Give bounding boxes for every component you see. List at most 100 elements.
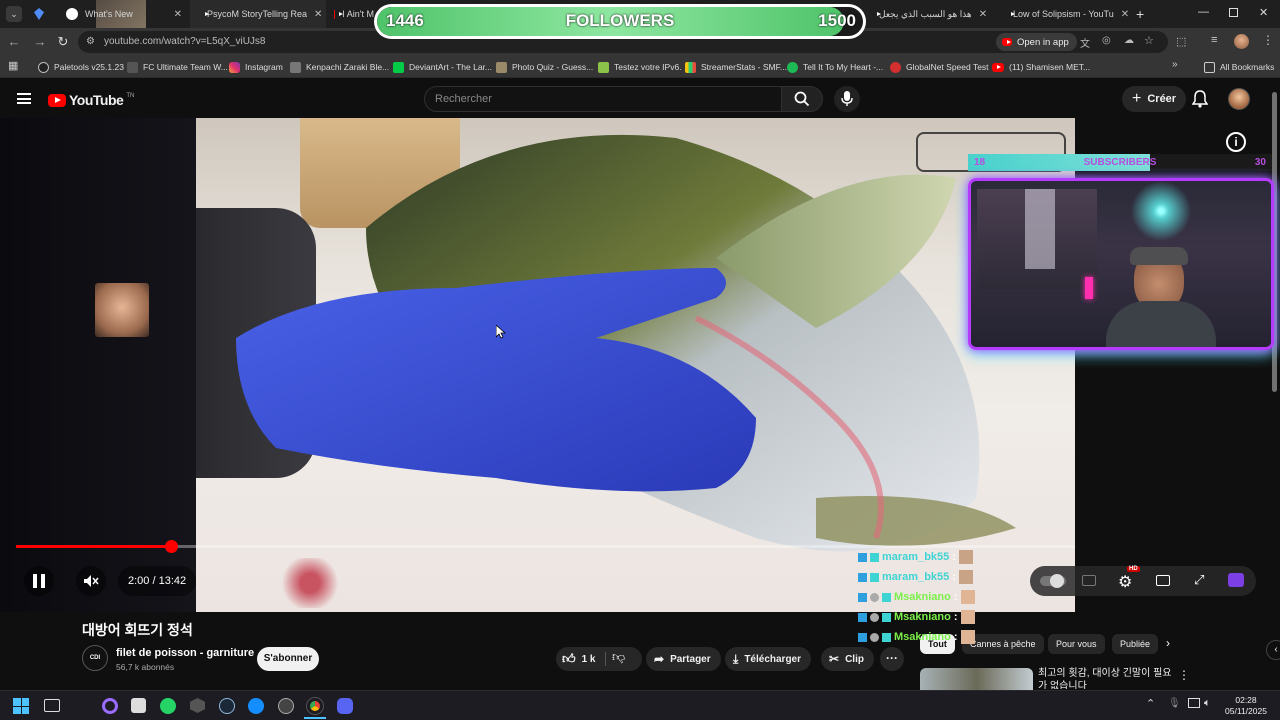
chat-username: Msakniano [894,631,951,643]
clip-button[interactable]: ✂ Clip [821,647,874,671]
chip-published[interactable]: Publiée [1112,634,1159,654]
bookmark-item[interactable]: DeviantArt - The Lar... [393,59,492,75]
discord-icon[interactable] [337,698,353,714]
apps-grid-icon[interactable]: ▦ [8,59,18,72]
cloud-icon[interactable]: ☁ [1124,35,1134,46]
tab-group-icon[interactable] [34,8,44,20]
playlist-icon[interactable]: ≡ [1211,34,1217,46]
youtube-logo-text: YouTube [69,92,124,108]
bookmark-item[interactable]: Photo Quiz - Guess... [496,59,593,75]
close-icon[interactable]: ✕ [1121,9,1129,20]
bookmark-item[interactable]: Testez votre IPv6. [598,59,682,75]
clock-date[interactable]: 05/11/2025 [1222,706,1270,716]
bookmark-item[interactable]: StreamerStats - SMF... [685,59,787,75]
suggested-video-menu-icon[interactable]: ⋮ [1178,668,1190,682]
star-icon[interactable]: ☆ [1144,34,1154,47]
channel-name[interactable]: filet de poisson - garniture [116,647,254,659]
open-in-app-button[interactable]: Open in app [996,33,1077,51]
bookmark-item[interactable]: Paletools v25.1.23 [38,59,124,75]
more-bookmarks-icon[interactable]: » [1172,59,1178,70]
suggested-video-thumbnail[interactable] [920,668,1033,690]
progress-scrubber-handle[interactable] [164,540,178,553]
chips-next-arrow-icon[interactable]: › [1166,636,1170,650]
back-button[interactable]: ← [6,34,22,50]
bookmark-item[interactable]: Instagram [229,59,283,75]
eye-off-icon[interactable]: ◎ [1102,35,1111,46]
reload-button[interactable]: ↻ [55,34,71,50]
bookmark-item[interactable]: Tell It To My Heart -... [787,59,883,75]
tray-microphone-icon[interactable]: 🎙︎ [1168,698,1181,709]
forward-button[interactable]: → [32,34,48,50]
site-info-icon[interactable]: ⚙ [86,36,95,47]
task-view-icon[interactable] [44,699,60,712]
share-button[interactable]: ➦ Partager [646,647,721,671]
search-input[interactable]: Rechercher [424,86,782,112]
suggested-video-title[interactable]: 최고의 횟감, 대이상 긴말이 필요 가 없습니다 [1038,667,1178,689]
bookmark-item[interactable]: GlobalNet Speed Test [890,59,989,75]
extensions-icon[interactable]: ⬚ [1176,35,1186,48]
settings-gear-icon[interactable]: ⚙ [1118,572,1132,592]
clock-time[interactable]: 02:28 [1226,695,1266,705]
restore-button[interactable] [1229,8,1238,17]
tab-title: PsycoM StoryTelling Rea [207,9,308,19]
youtube-logo[interactable]: YouTube TN [48,92,134,108]
miniplayer-icon[interactable] [1156,575,1170,586]
tab-title: Low of Solipsism - YouTu [1013,9,1114,19]
search-button[interactable] [781,86,823,112]
app-icon-2[interactable] [278,698,294,714]
chrome-taskbar-icon[interactable] [307,698,323,714]
voice-search-button[interactable] [834,86,860,112]
video-info-icon[interactable]: i [1226,132,1246,152]
account-avatar[interactable] [1228,88,1250,110]
dislike-button[interactable]: 👎︎ [612,649,625,665]
more-actions-button[interactable]: ··· [880,647,904,671]
bookmark-item[interactable]: FC Ultimate Team W... [127,59,228,75]
pause-button[interactable] [24,566,54,596]
bookmark-item[interactable]: Kenpachi Zaraki Ble... [290,59,389,75]
close-icon[interactable]: ✕ [314,9,322,20]
cortana-icon[interactable] [102,698,118,714]
tab-solipsism[interactable]: Low of Solipsism - YouTu ✕ [996,0,1132,28]
translate-icon[interactable]: 文 [1080,35,1090,50]
notifications-bell-icon[interactable] [1192,90,1208,108]
create-label: Créer [1147,93,1177,105]
chip-for-you[interactable]: Pour vous [1048,634,1105,654]
snipping-tool-icon[interactable] [131,698,146,713]
subscribe-button[interactable]: S'abonner [257,647,319,671]
tab-psycom[interactable]: PsycoM StoryTelling Rea ✕ [190,0,326,28]
hamburger-menu-icon[interactable] [17,93,31,104]
close-icon[interactable]: ✕ [174,9,182,20]
minimize-button[interactable]: — [1198,6,1209,18]
battlenet-icon[interactable] [248,698,264,714]
tab-whats-new[interactable]: What's New ✕ [56,0,192,28]
download-button[interactable]: ⤓ Télécharger [725,647,812,671]
side-collapse-button[interactable]: ‹ [1266,640,1280,660]
new-tab-button[interactable]: + [1136,6,1144,22]
fullscreen-icon[interactable]: ⤢ [1194,572,1204,588]
tab-arabic[interactable]: هذا هو السبب الذي يجعل ✕ [862,0,996,28]
create-button[interactable]: + Créer [1122,86,1187,112]
app-icon[interactable] [190,698,205,713]
channel-avatar[interactable]: CDI [82,645,108,671]
windows-start-icon[interactable] [13,698,29,714]
steam-icon[interactable] [219,698,235,714]
video-player[interactable]: 2:00 / 13:42 [0,118,1075,612]
url-text[interactable]: youtube.com/watch?v=L5qX_viUJs8 [104,36,265,47]
subtitles-icon[interactable] [1082,575,1096,586]
like-button[interactable]: 👍︎ 1 k [562,647,596,671]
whatsapp-icon[interactable] [160,698,176,714]
profile-avatar[interactable] [1234,34,1249,49]
tray-volume-icon[interactable]: 🔈︎ [1204,697,1211,710]
autoplay-toggle[interactable] [1040,574,1066,588]
tray-chevron-icon[interactable]: ⌃ [1146,697,1155,710]
tray-network-icon[interactable] [1188,698,1200,708]
close-window-button[interactable]: ✕ [1259,6,1268,19]
all-bookmarks-folder[interactable]: All Bookmarks [1204,59,1274,75]
mute-button[interactable] [76,566,106,596]
chrome-active-indicator [304,717,326,719]
tab-search-button[interactable]: ⌄ [6,6,22,22]
menu-icon[interactable]: ⋮ [1262,33,1274,47]
bookmark-item[interactable]: (11) Shamisen MET... [992,59,1090,75]
stream-extension-icon[interactable] [1228,573,1244,587]
close-icon[interactable]: ✕ [979,9,987,20]
